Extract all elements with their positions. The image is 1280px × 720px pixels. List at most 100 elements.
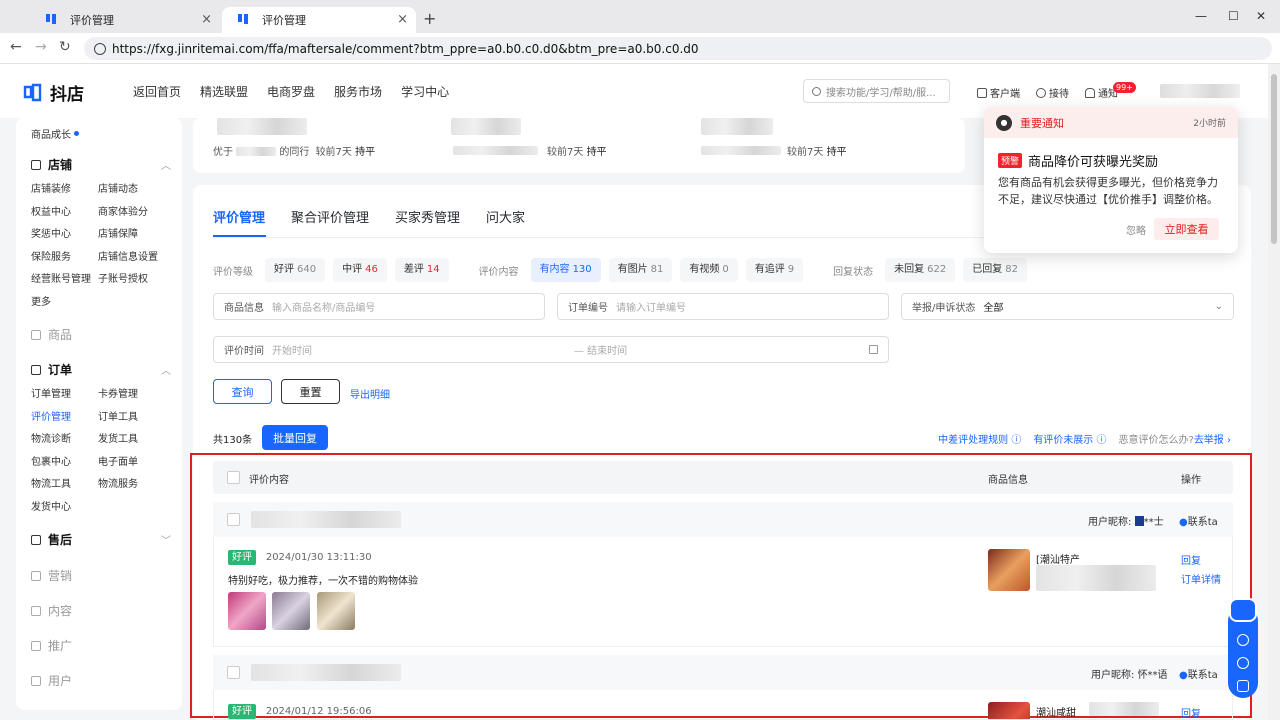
- view-now-button[interactable]: 立即查看: [1154, 218, 1219, 240]
- browser-tab-active[interactable]: 评价管理 ×: [222, 7, 416, 33]
- select-all-checkbox[interactable]: [227, 471, 240, 484]
- goods-image[interactable]: [988, 702, 1030, 719]
- sidebar-item-accounts[interactable]: 经营账号管理: [31, 272, 98, 288]
- sidebar-item-logistics-diag[interactable]: 物流诊断: [31, 432, 98, 448]
- brand-logo[interactable]: 抖店: [22, 80, 84, 105]
- sidebar-section-order[interactable]: 订单 ︿: [31, 361, 171, 378]
- goods-image[interactable]: [988, 549, 1030, 591]
- sidebar-item-reviews[interactable]: 评价管理: [31, 410, 98, 426]
- sidebar-item-parcels[interactable]: 包裹中心: [31, 455, 98, 471]
- sidebar-item-decorate[interactable]: 店铺装修: [31, 182, 98, 198]
- tab-review-manage[interactable]: 评价管理: [213, 207, 265, 226]
- goods-info-field[interactable]: 商品信息 输入商品名称/商品编号: [213, 293, 545, 320]
- nav-alliance[interactable]: 精选联盟: [200, 83, 248, 100]
- reception-button[interactable]: 接待: [1036, 85, 1069, 100]
- chip-replied[interactable]: 已回复 82: [963, 258, 1027, 282]
- sidebar-item-experience[interactable]: 商家体验分: [98, 205, 178, 221]
- sidebar-item-orders[interactable]: 订单管理: [31, 387, 98, 403]
- review-image[interactable]: [228, 592, 266, 630]
- sidebar-section-users[interactable]: 用户: [31, 672, 171, 689]
- client-button[interactable]: 客户端: [977, 85, 1020, 100]
- export-link[interactable]: 导出明细: [350, 386, 390, 401]
- maximize-icon[interactable]: ☐: [1228, 9, 1239, 23]
- sidebar-section-promotion[interactable]: 推广: [31, 637, 171, 654]
- minimize-icon[interactable]: —: [1195, 9, 1207, 23]
- reply-link[interactable]: 回复: [1181, 705, 1201, 719]
- chevron-down-icon[interactable]: ﹀: [161, 532, 171, 547]
- page-scrollbar[interactable]: [1268, 64, 1280, 720]
- report-link[interactable]: 去举报: [1194, 435, 1224, 446]
- chevron-up-icon[interactable]: ︿: [161, 157, 171, 172]
- sidebar-item-logistics-service[interactable]: 物流服务: [98, 477, 178, 493]
- url-field[interactable]: https://fxg.jinritemai.com/ffa/maftersal…: [84, 37, 1272, 60]
- review-image[interactable]: [317, 592, 355, 630]
- start-time-placeholder[interactable]: 开始时间: [272, 342, 312, 357]
- close-tab-icon[interactable]: ×: [397, 12, 408, 27]
- row-checkbox[interactable]: [227, 666, 240, 679]
- rule-link-1[interactable]: 中差评处理规则 ⓘ: [938, 431, 1021, 446]
- end-time-placeholder[interactable]: — 结束时间: [574, 342, 627, 357]
- forward-icon[interactable]: →: [35, 39, 47, 55]
- reload-icon[interactable]: ↻: [59, 39, 71, 55]
- sidebar-item-logistics-tools[interactable]: 物流工具: [31, 477, 98, 493]
- sidebar-item-order-tools[interactable]: 订单工具: [98, 410, 178, 426]
- search-input[interactable]: 搜索功能/学习/帮助/服...: [803, 79, 950, 103]
- help-icon[interactable]: [1237, 634, 1249, 646]
- new-tab-icon[interactable]: +: [423, 9, 436, 28]
- sidebar-item-ship-tools[interactable]: 发货工具: [98, 432, 178, 448]
- sidebar-item-shop-info[interactable]: 店铺信息设置: [98, 250, 178, 266]
- query-button[interactable]: 查询: [213, 379, 272, 404]
- robot-icon[interactable]: [1229, 598, 1257, 622]
- sidebar-item-goods-growth[interactable]: 商品成长: [31, 126, 79, 141]
- service-icon[interactable]: [1237, 680, 1249, 692]
- sidebar-item-more[interactable]: 更多: [31, 295, 98, 311]
- sidebar-item-waybill[interactable]: 电子面单: [98, 455, 178, 471]
- chevron-up-icon[interactable]: ︿: [161, 362, 171, 377]
- order-detail-link[interactable]: 订单详情: [1181, 571, 1221, 586]
- batch-reply-button[interactable]: 批量回复: [262, 425, 328, 450]
- nav-market[interactable]: 服务市场: [334, 83, 382, 100]
- sidebar-section-marketing[interactable]: 营销: [31, 567, 171, 584]
- reset-button[interactable]: 重置: [281, 379, 340, 404]
- row-checkbox[interactable]: [227, 513, 240, 526]
- chip-has-content[interactable]: 有内容 130: [530, 258, 601, 282]
- sidebar-section-aftersale[interactable]: 售后 ﹀: [31, 531, 171, 548]
- sidebar-section-goods[interactable]: 商品: [31, 326, 171, 343]
- close-window-icon[interactable]: ✕: [1256, 9, 1266, 23]
- chip-medium[interactable]: 中评 46: [333, 258, 387, 282]
- reply-link[interactable]: 回复: [1181, 552, 1201, 567]
- chip-good[interactable]: 好评 640: [265, 258, 326, 282]
- nav-learn[interactable]: 学习中心: [401, 83, 449, 100]
- goods-title[interactable]: 潮汕咸甜: [1036, 704, 1076, 719]
- nav-home[interactable]: 返回首页: [133, 83, 181, 100]
- sidebar-section-shop[interactable]: 店铺 ︿: [31, 156, 171, 173]
- scrollbar-thumb[interactable]: [1271, 74, 1277, 244]
- sidebar-section-content[interactable]: 内容: [31, 602, 171, 619]
- sidebar-item-guarantee[interactable]: 店铺保障: [98, 227, 178, 243]
- sidebar-item-coupons[interactable]: 卡券管理: [98, 387, 178, 403]
- sidebar-item-rewards[interactable]: 奖惩中心: [31, 227, 98, 243]
- goods-title[interactable]: [潮汕特产: [1036, 551, 1080, 566]
- sidebar-item-sub-auth[interactable]: 子账号授权: [98, 272, 178, 288]
- browser-tab[interactable]: 评价管理 ×: [30, 7, 220, 33]
- ignore-button[interactable]: 忽略: [1126, 222, 1146, 237]
- contact-button[interactable]: ●联系ta: [1179, 513, 1218, 528]
- review-image[interactable]: [272, 592, 310, 630]
- report-status-select[interactable]: 举报/申诉状态 全部 ⌄: [901, 293, 1234, 320]
- review-time-range[interactable]: 评价时间 开始时间 — 结束时间: [213, 336, 889, 363]
- contact-button[interactable]: ●联系ta: [1179, 666, 1218, 681]
- nav-compass[interactable]: 电商罗盘: [267, 83, 315, 100]
- chip-has-video[interactable]: 有视频 0: [680, 258, 738, 282]
- account-avatar[interactable]: [1160, 84, 1240, 98]
- rule-link-2[interactable]: 有评价未展示 ⓘ: [1033, 431, 1106, 446]
- sidebar-item-rights[interactable]: 权益中心: [31, 205, 98, 221]
- tab-aggregate[interactable]: 聚合评价管理: [291, 207, 369, 226]
- sidebar-item-dynamics[interactable]: 店铺动态: [98, 182, 178, 198]
- close-tab-icon[interactable]: ×: [201, 12, 212, 27]
- sidebar-item-insurance[interactable]: 保险服务: [31, 250, 98, 266]
- question-icon[interactable]: [1237, 657, 1249, 669]
- chip-has-followup[interactable]: 有追评 9: [745, 258, 804, 282]
- chip-bad[interactable]: 差评 14: [394, 258, 449, 282]
- tab-ask-all[interactable]: 问大家: [486, 207, 525, 226]
- tab-buyer-show[interactable]: 买家秀管理: [395, 207, 460, 226]
